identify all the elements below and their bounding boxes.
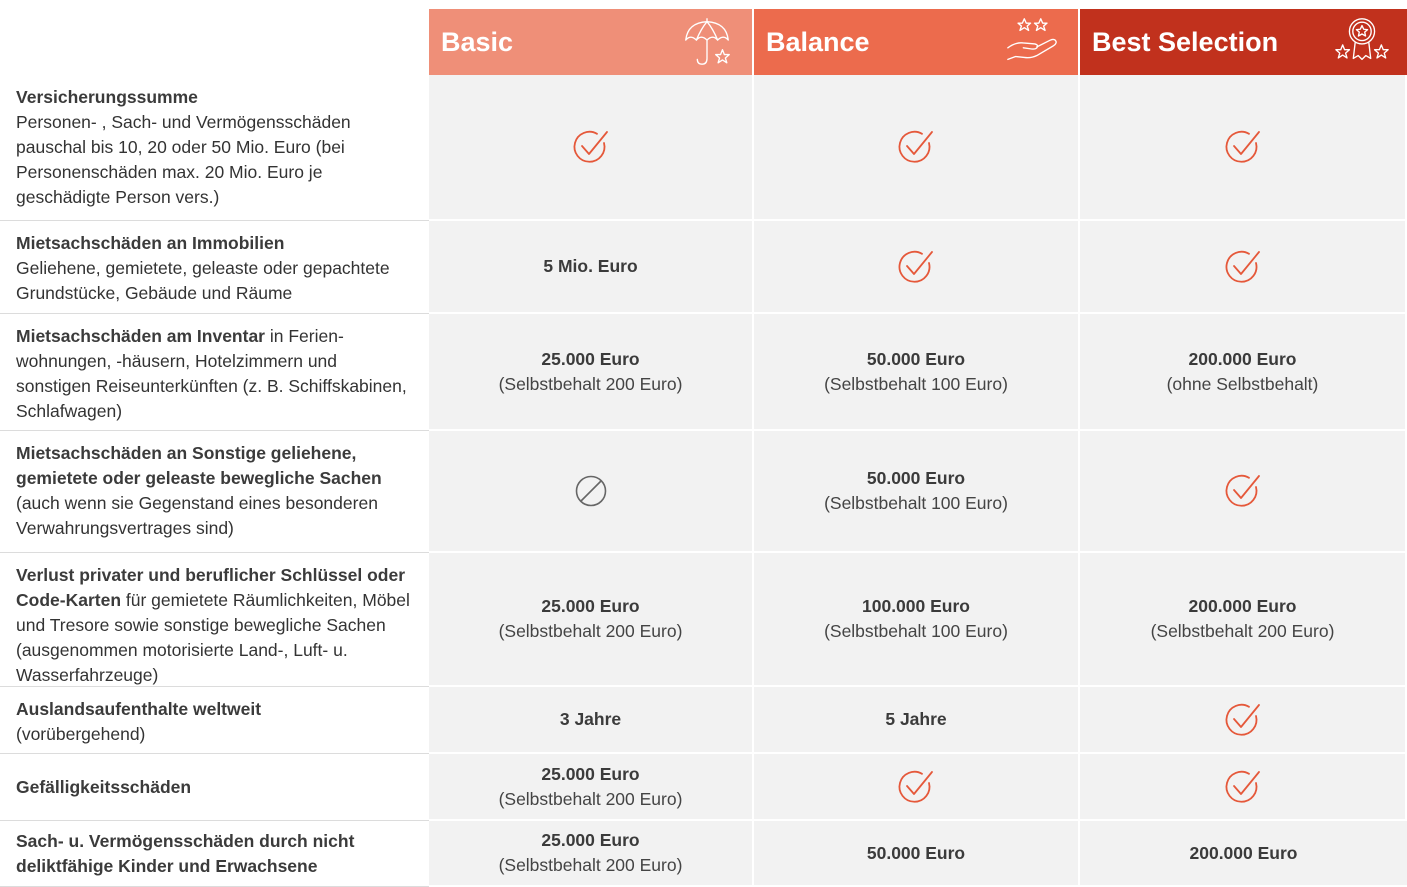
check-circle-icon — [898, 770, 933, 803]
row-label: Gefälligkeitsschäden — [0, 754, 429, 821]
deductible-note: (ohne Selbstbehalt) — [1166, 373, 1319, 394]
plan-cell — [754, 754, 1080, 821]
plan-header-basic: Basic — [429, 9, 752, 75]
umbrella-star-icon — [685, 18, 730, 65]
row-label: Mietsachschäden an Immobilien Geliehene, … — [0, 221, 429, 314]
deductible-note: (Selbstbehalt 200 Euro) — [1150, 621, 1335, 641]
coverage-value: 200.000 Euro — [1188, 596, 1297, 616]
not-included-icon — [575, 475, 606, 507]
row-title: Mietsachschäden an Sonstige geliehene, g… — [16, 443, 382, 488]
award-stars-icon — [1335, 18, 1389, 61]
deductible-note: (Selbstbehalt 200 Euro) — [498, 855, 683, 875]
plan-cell: 5 Mio. Euro — [429, 221, 754, 314]
check-circle-icon — [1225, 703, 1260, 736]
coverage-value: 100.000 Euro — [862, 596, 970, 616]
plan-name-best-selection: Best Selection — [1092, 26, 1279, 57]
coverage-value: 25.000 Euro — [541, 830, 640, 850]
check-circle-icon — [1225, 474, 1260, 507]
row-label: Sach- u. Vermögensschäden durch nicht de… — [0, 821, 429, 887]
check-circle-icon — [1225, 770, 1260, 803]
plan-cell: 200.000 Euro — [1080, 821, 1407, 887]
check-circle-icon — [898, 130, 933, 163]
plan-name-balance: Balance — [766, 26, 870, 57]
deductible-note: (Selbstbehalt 100 Euro) — [824, 493, 1008, 513]
row-description: (vorübergehend) — [16, 724, 146, 744]
plan-cell: 100.000 Euro (Selbstbehalt 100 Euro) — [754, 553, 1080, 687]
plan-cell: 200.000 Euro (ohne Selbstbehalt) — [1080, 314, 1407, 431]
row-title: Sach- u. Vermögensschäden durch nicht de… — [16, 830, 355, 876]
check-circle-icon — [573, 130, 608, 163]
coverage-value: 3 Jahre — [559, 709, 622, 729]
row-title: Mietsachschäden am Inventar — [16, 326, 265, 346]
comparison-table: Basic Balance Best Selection Versicherun… — [0, 0, 1407, 887]
plan-cell — [1080, 221, 1407, 314]
row-label: Auslandsaufenthalte weltweit (vorübergehe… — [0, 687, 429, 754]
coverage-value: 5 Mio. Euro — [543, 256, 638, 276]
row-title: Gefälligkeitsschäden — [16, 776, 192, 797]
row-description: Geliehene, gemietete, geleaste oder gepa… — [16, 258, 390, 303]
deductible-note: (Selbstbehalt 100 Euro) — [824, 373, 1008, 394]
check-circle-icon — [898, 250, 933, 283]
coverage-value: 25.000 Euro — [541, 763, 640, 784]
coverage-value: 50.000 Euro — [866, 842, 966, 863]
coverage-value: 200.000 Euro — [1188, 348, 1297, 369]
row-label: Mietsachschäden an Sonstige geliehene, g… — [0, 431, 429, 553]
plan-cell: 25.000 Euro (Selbstbehalt 200 Euro) — [429, 821, 754, 887]
plan-cell: 200.000 Euro (Selbstbehalt 200 Euro) — [1080, 553, 1407, 687]
coverage-value: 25.000 Euro — [541, 348, 640, 369]
plan-cell: 25.000 Euro (Selbstbehalt 200 Euro) — [429, 754, 754, 821]
row-label: Mietsachschäden am Inventar in Ferien­wo… — [0, 314, 429, 431]
plan-cell — [429, 75, 754, 221]
check-circle-icon — [1225, 130, 1260, 163]
plan-cell: 50.000 Euro — [754, 821, 1080, 887]
plan-cell: 5 Jahre — [754, 687, 1080, 754]
deductible-note: (Selbstbehalt 100 Euro) — [824, 621, 1008, 641]
coverage-value: 25.000 Euro — [541, 596, 640, 616]
header-spacer — [0, 0, 429, 75]
plan-cell — [1080, 687, 1407, 754]
coverage-value: 50.000 Euro — [866, 468, 966, 488]
plan-cell — [754, 221, 1080, 314]
plan-cell — [1080, 75, 1407, 221]
deductible-note: (Selbstbehalt 200 Euro) — [498, 373, 683, 394]
row-title: Versicherungssumme — [16, 87, 198, 107]
plan-cell: 25.000 Euro (Selbstbehalt 200 Euro) — [429, 314, 754, 431]
deductible-note: (Selbstbehalt 200 Euro) — [498, 788, 683, 809]
plan-cell — [754, 75, 1080, 221]
plan-header-best-selection: Best Selection — [1080, 9, 1407, 75]
row-description: Personen- , Sach- und Vermögensschäden p… — [16, 112, 351, 207]
plan-cell: 3 Jahre — [429, 687, 754, 754]
row-title: Auslandsaufenthalte weltweit — [16, 699, 262, 719]
plan-header-balance: Balance — [754, 9, 1078, 75]
plan-cell: 50.000 Euro (Selbstbehalt 100 Euro) — [754, 431, 1080, 553]
deductible-note: (Selbstbehalt 200 Euro) — [498, 621, 683, 641]
plan-cell — [1080, 431, 1407, 553]
row-description: (auch wenn sie Gegenstand eines besonder… — [16, 493, 378, 538]
plan-cell: 25.000 Euro (Selbstbehalt 200 Euro) — [429, 553, 754, 687]
row-title: Mietsachschäden an Immobilien — [16, 233, 285, 253]
coverage-value: 200.000 Euro — [1189, 842, 1298, 863]
row-label: Versicherungssumme Personen- , Sach- und … — [0, 75, 429, 221]
plan-cell — [1080, 754, 1407, 821]
row-label: Verlust privater und beruflicher Schlüss… — [0, 553, 429, 687]
plan-cell — [429, 431, 754, 553]
check-circle-icon — [1225, 250, 1260, 283]
plan-name-basic: Basic — [441, 26, 514, 57]
coverage-value: 5 Jahre — [885, 709, 947, 729]
plan-cell: 50.000 Euro (Selbstbehalt 100 Euro) — [754, 314, 1080, 431]
coverage-value: 50.000 Euro — [866, 348, 966, 369]
hand-stars-icon — [1007, 18, 1057, 61]
